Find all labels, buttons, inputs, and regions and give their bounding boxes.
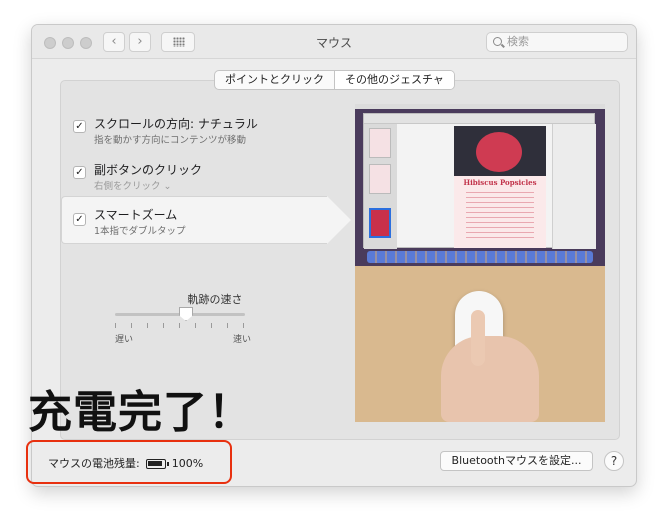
smart-zoom-checkbox[interactable]: ✓	[73, 213, 86, 226]
preview-document: Hibiscus Popsicles	[454, 126, 546, 248]
option-subtitle: 指を動かす方向にコンテンツが移動	[94, 135, 247, 146]
finger-image	[471, 310, 485, 366]
option-title: 副ボタンのクリック	[94, 163, 203, 177]
option-title: スマートズーム	[94, 208, 178, 222]
preview-thumbnail	[369, 208, 391, 238]
preview-doc-text	[466, 192, 534, 240]
preview-doc-photo	[454, 126, 546, 176]
tracking-speed-label: 軌跡の速さ	[187, 293, 243, 306]
battery-highlight-box	[26, 440, 232, 484]
tab-more-gestures[interactable]: その他のジェスチャ	[334, 71, 454, 89]
search-placeholder: 検索	[507, 35, 529, 48]
option-smart-zoom[interactable]: ✓ スマートズーム 1本指でダブルタップ	[61, 196, 351, 244]
preview-desk	[355, 266, 605, 422]
preview-menubar	[355, 104, 605, 109]
preview-app-window: Hibiscus Popsicles	[363, 113, 596, 249]
slider-max-label: 速い	[233, 335, 252, 345]
overlay-caption: 充電完了！	[28, 387, 253, 438]
gesture-preview-video: Hibiscus Popsicles	[355, 104, 605, 422]
bluetooth-setup-button[interactable]: Bluetoothマウスを設定...	[440, 451, 593, 471]
scroll-direction-checkbox[interactable]: ✓	[73, 120, 86, 133]
slider-ticks	[115, 323, 245, 328]
preview-thumbnails	[364, 124, 397, 249]
preview-dock	[367, 251, 593, 263]
title-bar: ‹ › マウス 検索	[32, 25, 636, 59]
help-button[interactable]: ?	[604, 451, 624, 471]
option-subtitle: 1本指でダブルタップ	[94, 226, 186, 237]
tab-bar: ポイントとクリック その他のジェスチャ	[214, 70, 455, 90]
preview-toolbar	[364, 114, 594, 124]
slider-min-label: 遅い	[115, 335, 134, 345]
selection-arrow	[327, 196, 351, 244]
secondary-click-popup[interactable]: 右側をクリック ⌄	[94, 178, 171, 192]
slider-knob[interactable]	[179, 307, 193, 321]
preview-thumbnail	[369, 128, 391, 158]
preview-doc-title: Hibiscus Popsicles	[463, 178, 537, 187]
search-input[interactable]: 検索	[486, 32, 628, 52]
preview-thumbnail	[369, 164, 391, 194]
search-icon	[493, 37, 502, 46]
secondary-click-checkbox[interactable]: ✓	[73, 166, 86, 179]
preview-screen: Hibiscus Popsicles	[355, 104, 605, 266]
option-title: スクロールの方向: ナチュラル	[94, 117, 258, 131]
hand-image	[441, 336, 539, 422]
preview-inspector	[552, 124, 596, 249]
tab-point-and-click[interactable]: ポイントとクリック	[215, 71, 334, 89]
